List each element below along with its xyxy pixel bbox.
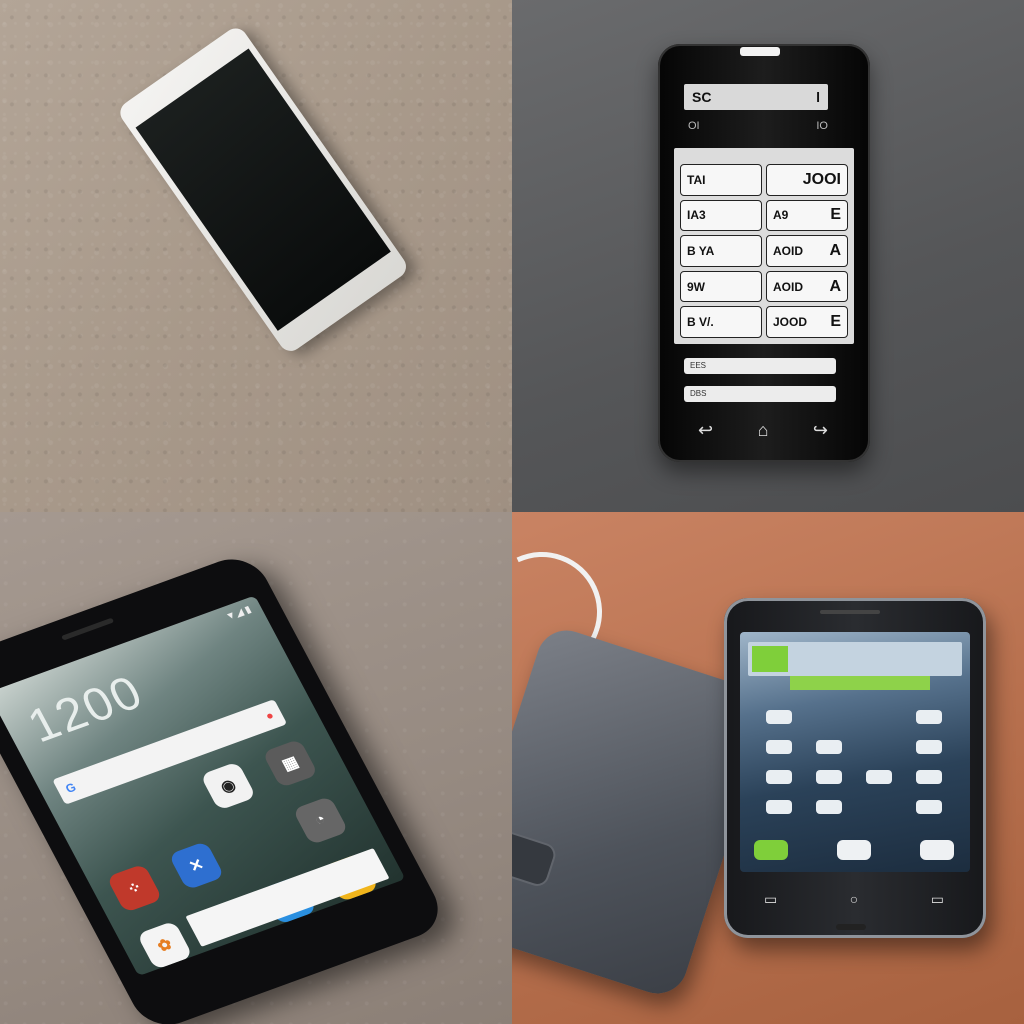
app-icon[interactable]: [754, 840, 788, 860]
app-icon[interactable]: [866, 800, 892, 814]
back-icon[interactable]: ↩: [698, 420, 713, 441]
app-icon[interactable]: [916, 800, 942, 814]
keypad: TAI JOOI IA3 A9 E B YA AOID A 9W AOID A B V…: [674, 148, 854, 344]
keypad-key[interactable]: AOID A: [766, 235, 848, 267]
app-icon[interactable]: ◔: [292, 795, 349, 846]
app-icon[interactable]: ⁘: [106, 863, 163, 913]
panel-black-phone-keypad: SC l OI IO TAI JOOI IA3 A9 E B YA AOID A 9…: [512, 0, 1024, 512]
green-bar: [790, 676, 930, 690]
home-icon[interactable]: ○: [850, 891, 858, 908]
key-label: B YA: [687, 243, 715, 258]
app-icon[interactable]: [766, 710, 792, 724]
keypad-key[interactable]: JOOI: [766, 164, 848, 196]
white-smartphone: [115, 23, 411, 356]
home-icon[interactable]: ⌂: [758, 420, 769, 441]
app-icon[interactable]: [766, 770, 792, 784]
recents-icon[interactable]: ↪: [813, 420, 828, 441]
app-icon[interactable]: [138, 784, 195, 833]
app-icon[interactable]: [766, 740, 792, 754]
keypad-key[interactable]: JOOD E: [766, 306, 848, 338]
app-icon[interactable]: [920, 840, 954, 860]
header-left-text: SC: [692, 89, 712, 105]
app-grid: [754, 710, 954, 814]
home-screen: [740, 632, 970, 872]
app-icon[interactable]: [916, 770, 942, 784]
rear-camera: [512, 828, 559, 890]
subheader-left: OI: [688, 120, 700, 132]
panel-white-phone-on-concrete: [0, 0, 512, 512]
smartphone: ▭ ○ ▭: [724, 598, 986, 938]
notification-banner[interactable]: [748, 642, 962, 676]
home-screen: ▼◢ ▮ 1200 G ● ◉ ▦ ⁘ ✕ ◔ ✿ ☁: [0, 595, 406, 977]
panel-android-home-screen: ▼◢ ▮ 1200 G ● ◉ ▦ ⁘ ✕ ◔ ✿ ☁: [0, 512, 512, 1024]
google-icon: G: [63, 780, 79, 796]
app-icon[interactable]: [230, 818, 287, 867]
app-icon[interactable]: [816, 710, 842, 724]
panel-phone-on-leather: ▭ ○ ▭: [512, 512, 1024, 1024]
app-icon[interactable]: [866, 740, 892, 754]
phone-notch: [740, 47, 780, 56]
app-icon[interactable]: [816, 800, 842, 814]
recents-icon[interactable]: ▭: [931, 891, 944, 908]
key-label: AOID: [773, 243, 803, 258]
key-label: 9W: [687, 279, 705, 294]
info-bar[interactable]: DBS: [684, 386, 836, 402]
dock: [754, 840, 954, 860]
app-icon[interactable]: [866, 710, 892, 724]
android-nav-bar: ↩ ⌂ ↪: [698, 420, 828, 441]
status-bar: ▼◢ ▮: [223, 604, 254, 623]
app-icon[interactable]: [837, 840, 871, 860]
app-icon[interactable]: ✿: [136, 920, 194, 970]
app-icon[interactable]: [816, 770, 842, 784]
keypad-key[interactable]: AOID A: [766, 270, 848, 303]
key-label: A9: [773, 208, 789, 223]
keypad-key[interactable]: IA3: [680, 199, 762, 232]
info-bar[interactable]: EES: [684, 358, 836, 374]
app-icon[interactable]: ✕: [168, 840, 225, 891]
mic-icon[interactable]: ●: [263, 708, 276, 723]
photo-collage: SC l OI IO TAI JOOI IA3 A9 E B YA AOID A 9…: [0, 0, 1024, 1024]
black-smartphone: ▼◢ ▮ 1200 G ● ◉ ▦ ⁘ ✕ ◔ ✿ ☁: [0, 550, 450, 1024]
screen-header: SC l: [684, 84, 828, 110]
key-label: AOID: [773, 279, 803, 294]
key-value: E: [830, 313, 841, 331]
app-icon[interactable]: [76, 806, 133, 855]
app-icon[interactable]: ❀: [228, 955, 286, 977]
key-label: IA3: [687, 208, 706, 223]
key-value: E: [830, 206, 841, 224]
header-right-text: l: [816, 89, 820, 105]
key-value: A: [829, 277, 841, 295]
keypad-key[interactable]: B V/.: [680, 306, 762, 338]
key-value: JOOI: [802, 170, 841, 188]
keypad-key[interactable]: A9 E: [766, 199, 848, 232]
app-icon[interactable]: [766, 800, 792, 814]
back-icon[interactable]: ▭: [764, 891, 777, 908]
screen-subheader: OI IO: [688, 120, 828, 132]
charging-port: [836, 924, 866, 930]
subheader-right: IO: [816, 120, 828, 132]
key-label: TAI: [687, 172, 706, 187]
earpiece: [820, 610, 880, 614]
key-label: B V/.: [687, 315, 714, 330]
key-label: JOOD: [773, 315, 808, 330]
earpiece: [61, 617, 115, 641]
black-smartphone: SC l OI IO TAI JOOI IA3 A9 E B YA AOID A 9…: [658, 44, 870, 462]
app-icon[interactable]: [916, 710, 942, 724]
keypad-key[interactable]: TAI: [680, 164, 762, 196]
keypad-key[interactable]: B YA: [680, 235, 762, 267]
android-nav-bar: ▭ ○ ▭: [764, 891, 944, 908]
keypad-key[interactable]: 9W: [680, 270, 762, 303]
app-icon[interactable]: [916, 740, 942, 754]
app-icon[interactable]: ▦: [261, 738, 319, 789]
app-icon[interactable]: [816, 740, 842, 754]
key-value: A: [829, 241, 841, 259]
banner-accent: [752, 646, 788, 672]
phone-screen-off: [135, 48, 391, 331]
clock-widget: 1200: [19, 666, 153, 753]
app-icon[interactable]: [866, 770, 892, 784]
camera-icon[interactable]: ◉: [199, 761, 257, 811]
